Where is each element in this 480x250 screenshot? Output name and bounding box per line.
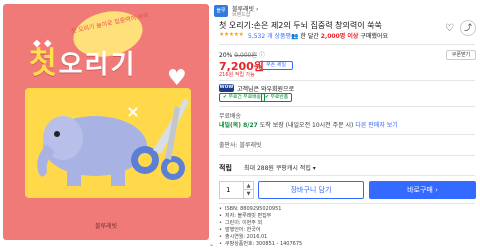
brand-logo[interactable]: 블루 xyxy=(214,5,228,17)
free-delivery-tag: ✔ 무료건 무료배송 xyxy=(219,93,265,102)
divider xyxy=(219,134,475,135)
chevron-down-icon[interactable]: ⌄ xyxy=(209,241,214,248)
seller-info: 출판사: 블루래빗 xyxy=(219,142,262,149)
detail-item: ISBN: 8809295020951 xyxy=(219,206,302,213)
add-to-cart-button[interactable]: 장바구니 담기 xyxy=(258,181,364,199)
heart-icon[interactable]: ♡ xyxy=(442,21,457,36)
review-count-link[interactable]: 5,532 개 상품평 xyxy=(248,31,291,40)
coupon-download-button[interactable]: 쿠폰받기 xyxy=(446,50,476,60)
detail-item: 쿠팡상품번호: 300851 - 1407675 xyxy=(219,241,302,248)
cashback-dropdown[interactable]: 최대 288원 쿠팡캐시 적립 ▾ xyxy=(244,163,316,172)
quantity-stepper[interactable]: 1 ▲ ▼ xyxy=(219,181,254,199)
buy-now-button[interactable]: 바로구매 › xyxy=(369,181,476,199)
product-details-list: ISBN: 8809295020951 저자: 블루래빗 편집부 그린이: 이현… xyxy=(219,206,302,247)
delivery-date: 내일(목) 8/27 도착 보장 (내일오전 10시전 주문 시) 다른 판매자… xyxy=(219,122,398,129)
detail-item: 출시연월: 2016.01 xyxy=(219,234,302,241)
earn-note: 216원 적립 가능 xyxy=(219,72,255,78)
detail-item: 저자: 블루래빗 편집부 xyxy=(219,213,302,220)
other-sellers-link[interactable]: 다른 판매자 보기 xyxy=(355,122,397,129)
cover-publisher: 블루래빗 xyxy=(94,223,118,230)
free-return-tag: ✔ 무료반품 xyxy=(261,93,293,102)
elephant-scissors-illustration xyxy=(37,98,189,186)
shipping-label: 무료배송 xyxy=(219,113,242,120)
cover-title: 첫오리기 xyxy=(29,46,137,81)
brand-shop-label: 브랜드샵 xyxy=(232,12,251,18)
divider xyxy=(219,44,475,45)
divider xyxy=(219,203,475,204)
share-icon[interactable]: ⤴ xyxy=(460,20,476,36)
product-title: 첫 오리기:손은 제2의 두뇌 집중력 창의력이 쑥쑥 xyxy=(219,21,382,30)
wow-text: 고객님은 와우회원으로 xyxy=(237,86,295,93)
quantity-value[interactable]: 1 xyxy=(226,186,230,194)
cashback-label: 적립 xyxy=(219,164,232,172)
coupon-sale-tag: 쿠폰 세일 xyxy=(259,61,293,70)
wow-badge: WOW xyxy=(219,84,234,92)
divider xyxy=(219,175,475,176)
sales-info: 👥 한 달간 2,000명 이상 구매했어요 xyxy=(291,33,388,40)
chevron-down-icon[interactable]: ▼ xyxy=(243,190,253,198)
detail-item: 발행언어: 한국어 xyxy=(219,227,302,234)
product-image[interactable]: 첫 오리기 놀이로 집중력이 쑥쑥 ◆ ◆ 첫오리기 ♥ 블루래빗 xyxy=(3,4,209,240)
divider xyxy=(219,80,475,81)
detail-item: 그린이: 이현주 외 xyxy=(219,220,302,227)
chevron-up-icon[interactable]: ▲ xyxy=(243,182,253,190)
divider xyxy=(219,106,475,107)
divider xyxy=(219,155,475,156)
rating-stars: ★★★★★ xyxy=(219,31,244,38)
cover-paper xyxy=(25,88,191,198)
sales-icon: 👥 xyxy=(291,33,299,40)
